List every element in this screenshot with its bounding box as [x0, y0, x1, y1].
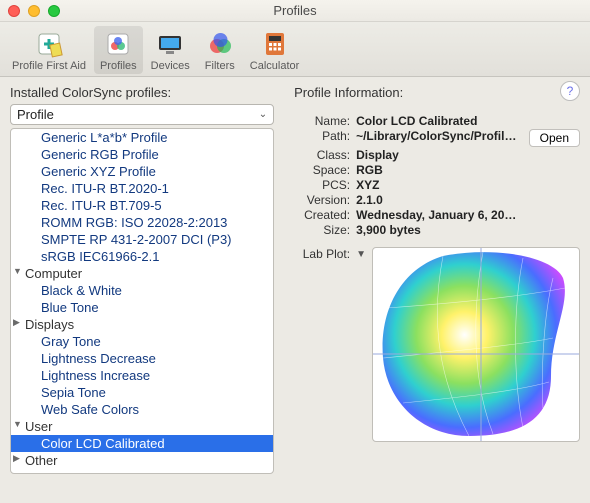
toolbar: Profile First Aid Profiles Devices Filters C… [0, 22, 590, 77]
info-value: XYZ [356, 178, 523, 192]
tree-item[interactable]: SMPTE RP 431-2-2007 DCI (P3) [11, 231, 273, 248]
info-label: Class: [294, 148, 350, 162]
tree-item[interactable]: sRGB IEC61966-2.1 [11, 248, 273, 265]
profile-tree[interactable]: Generic L*a*b* ProfileGeneric RGB Profil… [10, 128, 274, 474]
tree-item[interactable]: Rec. ITU-R BT.709-5 [11, 197, 273, 214]
info-value: 3,900 bytes [356, 223, 523, 237]
tree-item[interactable]: Sepia Tone [11, 384, 273, 401]
profiles-icon [102, 28, 134, 60]
toolbar-profile-first-aid[interactable]: Profile First Aid [6, 26, 92, 74]
tree-item[interactable]: Blue Tone [11, 299, 273, 316]
info-label: Size: [294, 223, 350, 237]
tree-item[interactable]: Generic L*a*b* Profile [11, 129, 273, 146]
toolbar-label: Profiles [100, 60, 137, 72]
lab-plot[interactable] [372, 247, 580, 442]
info-value: RGB [356, 163, 523, 177]
info-label: Space: [294, 163, 350, 177]
info-label: Name: [294, 114, 350, 128]
tree-item[interactable]: Black & White [11, 282, 273, 299]
profile-column-select-value: Profile [17, 107, 54, 122]
filters-icon [204, 28, 236, 60]
profile-info-title: Profile Information: [294, 85, 580, 100]
toolbar-label: Calculator [250, 60, 300, 72]
tree-item[interactable]: Lightness Increase [11, 367, 273, 384]
chevron-down-icon: ⌄ [259, 109, 267, 120]
tree-item[interactable]: ROMM RGB: ISO 22028-2:2013 [11, 214, 273, 231]
toolbar-calculator[interactable]: Calculator [244, 26, 306, 74]
info-label: Path: [294, 129, 350, 147]
profile-first-aid-icon [33, 28, 65, 60]
info-value: 2.1.0 [356, 193, 523, 207]
gamut-plot-svg [373, 248, 580, 442]
info-value: Color LCD Calibrated [356, 114, 523, 128]
help-button[interactable]: ? [560, 81, 580, 101]
tree-group[interactable]: Other [11, 452, 273, 469]
toolbar-label: Profile First Aid [12, 60, 86, 72]
lab-plot-label: Lab Plot: [294, 247, 350, 442]
title-bar: Profiles [0, 0, 590, 22]
calculator-icon [259, 28, 291, 60]
tree-item[interactable]: Rec. ITU-R BT.2020-1 [11, 180, 273, 197]
devices-icon [154, 28, 186, 60]
info-value: Wednesday, January 6, 2016 at 1:53:4… [356, 208, 523, 222]
open-path-button[interactable]: Open [529, 129, 580, 147]
tree-item[interactable]: Color LCD Calibrated [11, 435, 273, 452]
tree-group[interactable]: Computer [11, 265, 273, 282]
tree-item[interactable]: Generic RGB Profile [11, 146, 273, 163]
info-label: PCS: [294, 178, 350, 192]
installed-profiles-label: Installed ColorSync profiles: [10, 85, 274, 100]
tree-item[interactable]: Lightness Decrease [11, 350, 273, 367]
lab-plot-disclosure[interactable]: ▼ [356, 247, 366, 442]
info-value: Display [356, 148, 523, 162]
info-label: Created: [294, 208, 350, 222]
tree-item[interactable]: Generic XYZ Profile [11, 163, 273, 180]
tree-item[interactable]: Web Safe Colors [11, 401, 273, 418]
toolbar-filters[interactable]: Filters [198, 26, 242, 74]
toolbar-label: Devices [151, 60, 190, 72]
info-value: ~/Library/ColorSync/Profiles… [356, 129, 523, 147]
toolbar-label: Filters [205, 60, 235, 72]
toolbar-devices[interactable]: Devices [145, 26, 196, 74]
tree-item[interactable]: Gray Tone [11, 333, 273, 350]
toolbar-profiles[interactable]: Profiles [94, 26, 143, 74]
window-title: Profiles [0, 3, 590, 18]
profile-column-select[interactable]: Profile ⌄ [10, 104, 274, 125]
tree-group[interactable]: Displays [11, 316, 273, 333]
tree-group[interactable]: User [11, 418, 273, 435]
info-label: Version: [294, 193, 350, 207]
